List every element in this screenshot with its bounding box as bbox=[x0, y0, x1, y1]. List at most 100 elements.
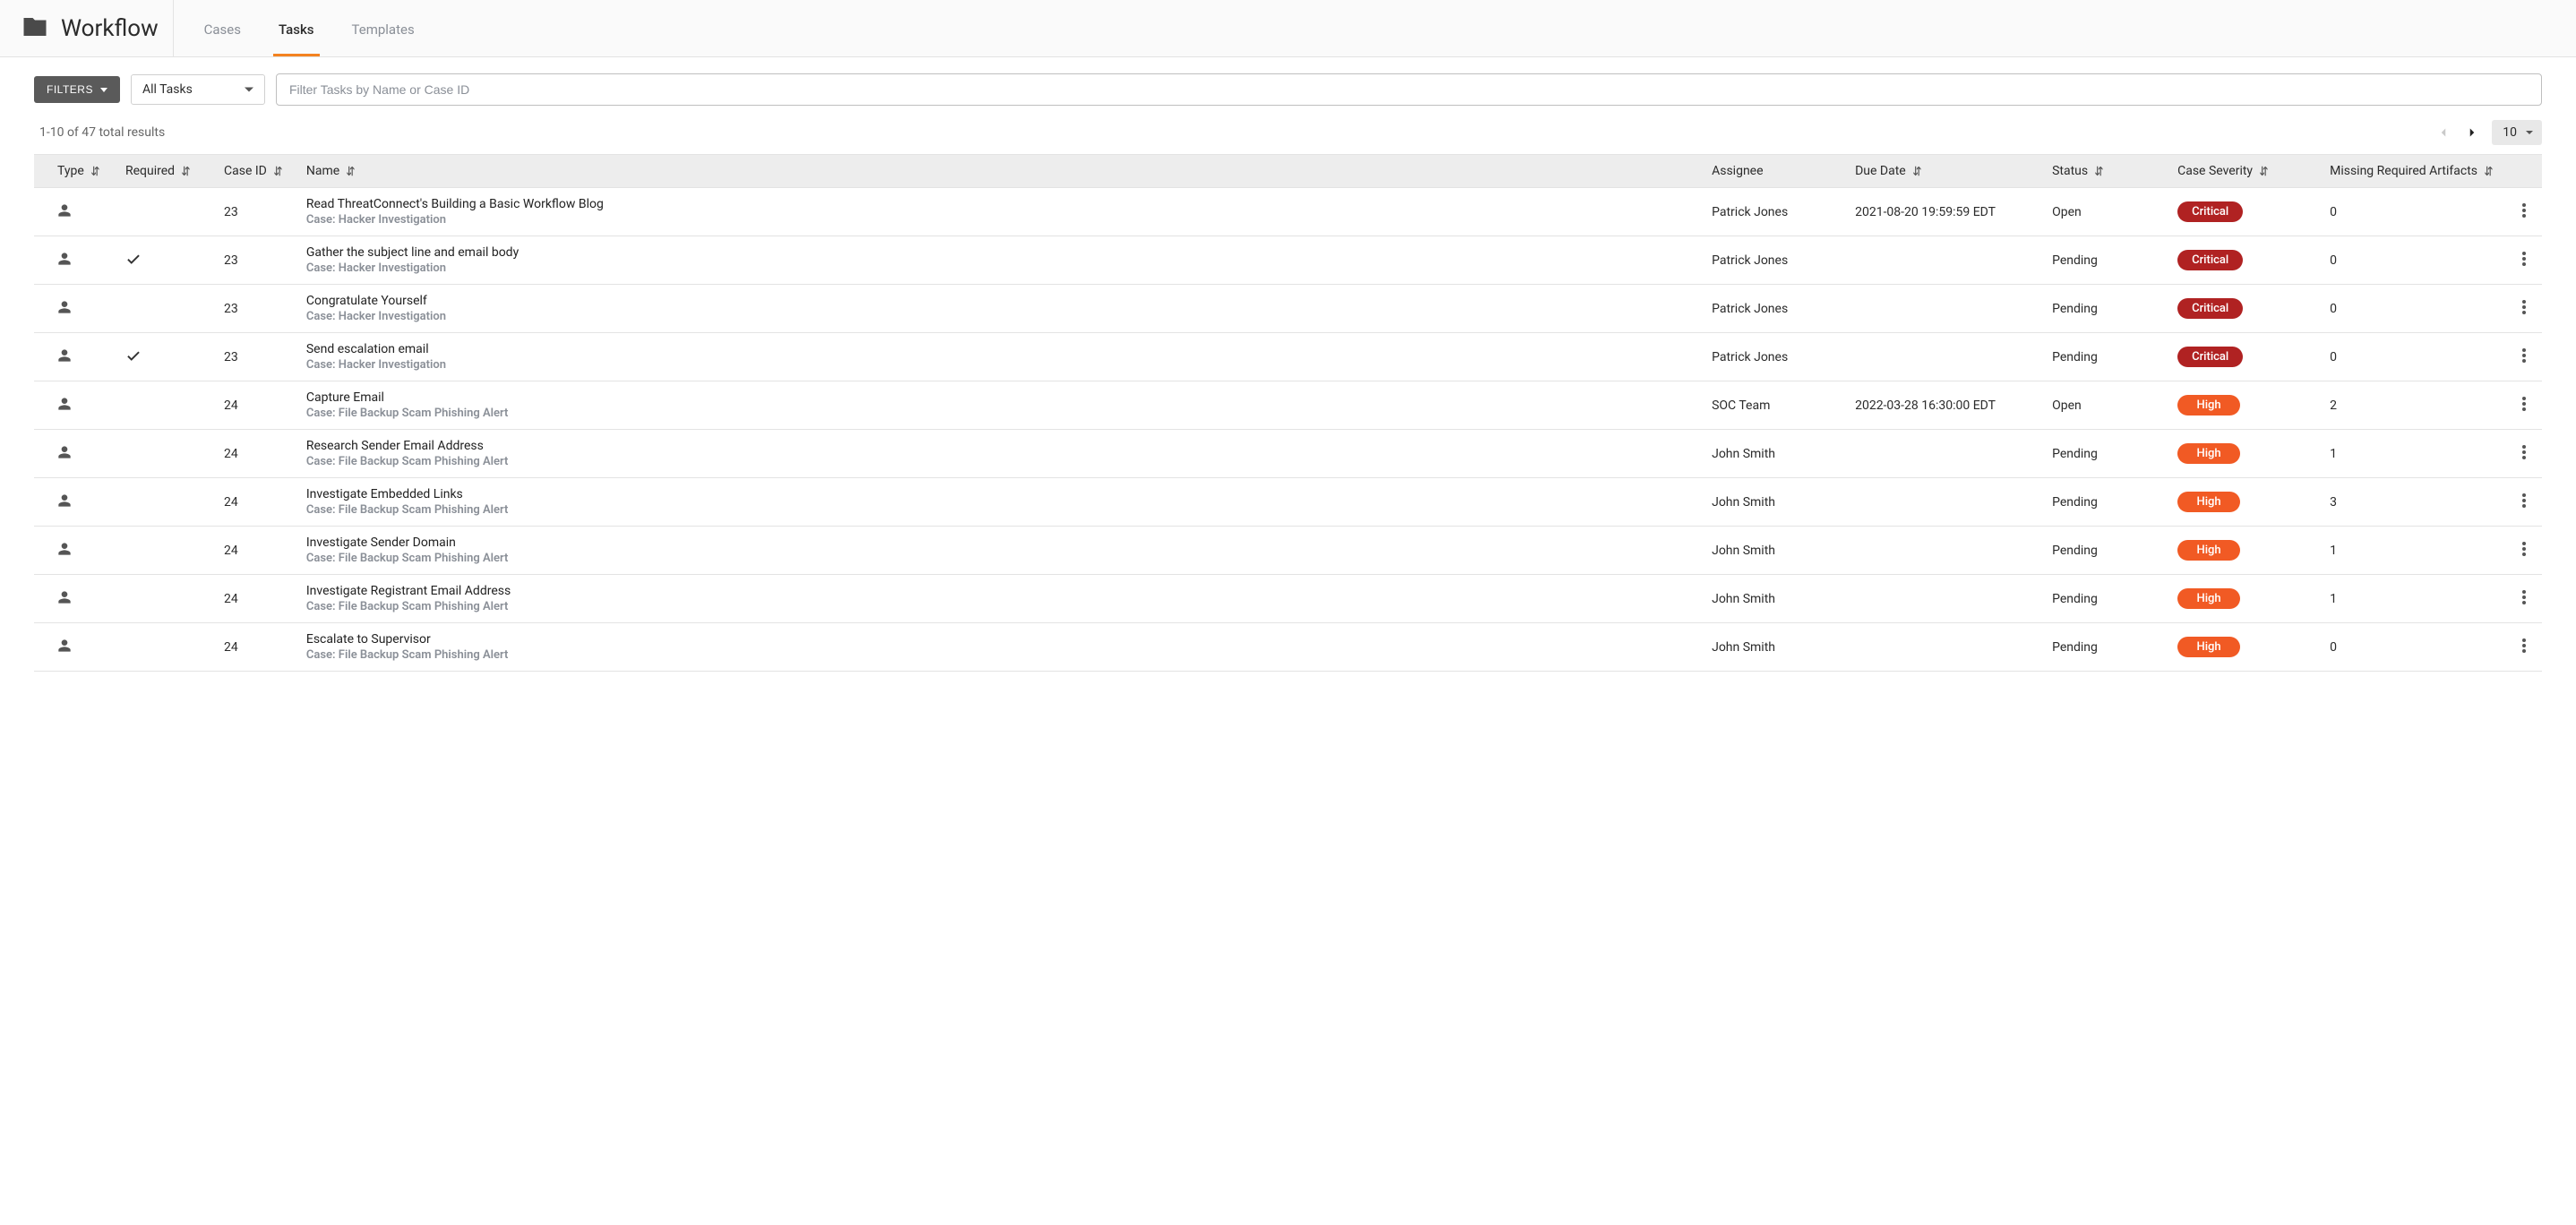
page-title-wrap: Workflow bbox=[21, 0, 174, 56]
status-cell: Open bbox=[2041, 381, 2167, 430]
row-menu-button[interactable] bbox=[2506, 575, 2542, 623]
task-name[interactable]: Investigate Registrant Email Address bbox=[306, 584, 1690, 598]
person-icon bbox=[57, 497, 72, 511]
col-header-missing[interactable]: Missing Required Artifacts bbox=[2319, 155, 2506, 188]
task-name[interactable]: Investigate Sender Domain bbox=[306, 535, 1690, 550]
missing-cell: 1 bbox=[2319, 430, 2506, 478]
severity-badge: High bbox=[2177, 443, 2240, 464]
due-date-cell bbox=[1844, 478, 2041, 527]
table-row[interactable]: 24Investigate Embedded LinksCase: File B… bbox=[34, 478, 2542, 527]
col-header-menu bbox=[2506, 155, 2542, 188]
task-name[interactable]: Send escalation email bbox=[306, 342, 1690, 356]
page-header: Workflow Cases Tasks Templates bbox=[0, 0, 2576, 57]
page-size-select[interactable]: 10 bbox=[2492, 120, 2542, 145]
missing-cell: 0 bbox=[2319, 188, 2506, 236]
severity-badge: High bbox=[2177, 540, 2240, 561]
task-name[interactable]: Capture Email bbox=[306, 390, 1690, 405]
due-date-cell bbox=[1844, 575, 2041, 623]
table-row[interactable]: 24Investigate Sender DomainCase: File Ba… bbox=[34, 527, 2542, 575]
due-date-cell bbox=[1844, 527, 2041, 575]
status-cell: Pending bbox=[2041, 333, 2167, 381]
case-name[interactable]: Case: Hacker Investigation bbox=[306, 261, 1690, 275]
sort-icon bbox=[1911, 165, 1924, 177]
case-name[interactable]: Case: File Backup Scam Phishing Alert bbox=[306, 503, 1690, 517]
case-name[interactable]: Case: File Backup Scam Phishing Alert bbox=[306, 407, 1690, 420]
case-name[interactable]: Case: File Backup Scam Phishing Alert bbox=[306, 455, 1690, 468]
filters-label: FILTERS bbox=[47, 83, 93, 96]
table-row[interactable]: 24Capture EmailCase: File Backup Scam Ph… bbox=[34, 381, 2542, 430]
case-name[interactable]: Case: Hacker Investigation bbox=[306, 310, 1690, 323]
next-page-button[interactable] bbox=[2463, 124, 2481, 141]
col-header-caseid[interactable]: Case ID bbox=[213, 155, 296, 188]
due-date-cell bbox=[1844, 236, 2041, 285]
tab-cases[interactable]: Cases bbox=[199, 13, 246, 56]
task-name[interactable]: Escalate to Supervisor bbox=[306, 632, 1690, 647]
col-header-type[interactable]: Type bbox=[34, 155, 115, 188]
prev-page-button[interactable] bbox=[2434, 124, 2452, 141]
person-icon bbox=[57, 255, 72, 270]
col-header-name[interactable]: Name bbox=[296, 155, 1701, 188]
task-name[interactable]: Gather the subject line and email body bbox=[306, 245, 1690, 260]
severity-badge: High bbox=[2177, 637, 2240, 657]
row-menu-button[interactable] bbox=[2506, 236, 2542, 285]
tab-tasks[interactable]: Tasks bbox=[273, 13, 320, 56]
name-cell: Investigate Embedded Links Case: File Bac… bbox=[296, 478, 1701, 527]
assignee-cell: John Smith bbox=[1701, 623, 1844, 672]
name-cell: Send escalation email Case: Hacker Invest… bbox=[296, 333, 1701, 381]
col-header-status[interactable]: Status bbox=[2041, 155, 2167, 188]
table-row[interactable]: 24Escalate to SupervisorCase: File Backu… bbox=[34, 623, 2542, 672]
person-icon bbox=[57, 400, 72, 415]
row-menu-button[interactable] bbox=[2506, 333, 2542, 381]
name-cell: Investigate Sender Domain Case: File Back… bbox=[296, 527, 1701, 575]
severity-badge: Critical bbox=[2177, 250, 2243, 270]
check-icon bbox=[125, 256, 142, 270]
col-header-required[interactable]: Required bbox=[115, 155, 213, 188]
task-table-wrap: Type Required Case ID Name Assignee Due … bbox=[0, 154, 2576, 707]
case-name[interactable]: Case: File Backup Scam Phishing Alert bbox=[306, 600, 1690, 613]
case-name[interactable]: Case: File Backup Scam Phishing Alert bbox=[306, 648, 1690, 662]
case-id-cell: 23 bbox=[213, 236, 296, 285]
row-menu-button[interactable] bbox=[2506, 285, 2542, 333]
sort-icon bbox=[272, 165, 285, 177]
due-date-cell: 2021-08-20 19:59:59 EDT bbox=[1844, 188, 2041, 236]
status-cell: Pending bbox=[2041, 527, 2167, 575]
name-cell: Escalate to SupervisorCase: File Backup … bbox=[296, 623, 1701, 672]
col-header-severity[interactable]: Case Severity bbox=[2167, 155, 2319, 188]
row-menu-button[interactable] bbox=[2506, 623, 2542, 672]
case-id-cell: 24 bbox=[213, 623, 296, 672]
search-input[interactable] bbox=[276, 73, 2542, 106]
page-size-value: 10 bbox=[2503, 125, 2517, 140]
folder-icon bbox=[21, 13, 48, 44]
task-name[interactable]: Read ThreatConnect's Building a Basic Wo… bbox=[306, 197, 1690, 211]
case-name[interactable]: Case: File Backup Scam Phishing Alert bbox=[306, 552, 1690, 565]
table-row[interactable]: 23 Gather the subject line and email body… bbox=[34, 236, 2542, 285]
task-name[interactable]: Investigate Embedded Links bbox=[306, 487, 1690, 501]
scope-select[interactable]: All Tasks bbox=[131, 74, 265, 105]
missing-cell: 0 bbox=[2319, 333, 2506, 381]
case-name[interactable]: Case: Hacker Investigation bbox=[306, 213, 1690, 227]
row-menu-button[interactable] bbox=[2506, 381, 2542, 430]
row-menu-button[interactable] bbox=[2506, 527, 2542, 575]
person-icon bbox=[57, 545, 72, 560]
row-menu-button[interactable] bbox=[2506, 188, 2542, 236]
row-menu-button[interactable] bbox=[2506, 430, 2542, 478]
sort-icon bbox=[2483, 165, 2495, 177]
task-name[interactable]: Congratulate Yourself bbox=[306, 294, 1690, 308]
table-row[interactable]: 24Investigate Registrant Email AddressCa… bbox=[34, 575, 2542, 623]
table-row[interactable]: 23 Read ThreatConnect's Building a Basic … bbox=[34, 188, 2542, 236]
table-row[interactable]: 24Research Sender Email AddressCase: Fil… bbox=[34, 430, 2542, 478]
task-name[interactable]: Research Sender Email Address bbox=[306, 439, 1690, 453]
case-name[interactable]: Case: Hacker Investigation bbox=[306, 358, 1690, 372]
row-menu-button[interactable] bbox=[2506, 478, 2542, 527]
table-row[interactable]: 23Send escalation emailCase: Hacker Inve… bbox=[34, 333, 2542, 381]
sort-icon bbox=[345, 165, 357, 177]
sort-icon bbox=[180, 165, 193, 177]
filters-button[interactable]: FILTERS bbox=[34, 76, 120, 103]
pager: 10 bbox=[2434, 120, 2542, 145]
table-row[interactable]: 23Congratulate YourselfCase: Hacker Inve… bbox=[34, 285, 2542, 333]
assignee-cell: Patrick Jones bbox=[1701, 285, 1844, 333]
status-cell: Pending bbox=[2041, 623, 2167, 672]
case-id-cell: 23 bbox=[213, 188, 296, 236]
col-header-due[interactable]: Due Date bbox=[1844, 155, 2041, 188]
tab-templates[interactable]: Templates bbox=[347, 13, 420, 56]
